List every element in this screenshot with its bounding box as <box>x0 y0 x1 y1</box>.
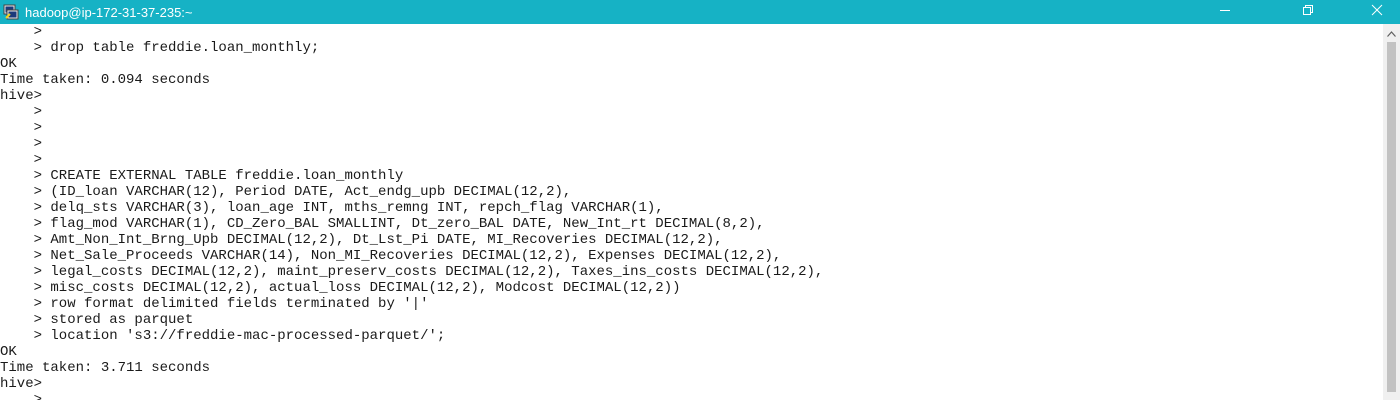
terminal-line: OK <box>0 344 17 360</box>
scroll-up-arrow-icon <box>1387 24 1396 42</box>
window-controls <box>1202 0 1400 24</box>
vertical-scrollbar[interactable] <box>1383 24 1400 400</box>
terminal-line: > stored as parquet <box>0 312 194 328</box>
restore-icon <box>1302 3 1314 21</box>
close-button[interactable] <box>1354 0 1400 24</box>
terminal-output[interactable]: > > drop table freddie.loan_monthly; OK Ti… <box>0 24 1383 400</box>
close-icon <box>1371 3 1383 21</box>
terminal-line: > CREATE EXTERNAL TABLE freddie.loan_mon… <box>0 168 404 184</box>
terminal-line: > <box>0 24 43 40</box>
title-bar[interactable]: hadoop@ip-172-31-37-235:~ <box>0 0 1400 24</box>
putty-terminal-icon[interactable] <box>3 4 19 20</box>
terminal-line: > location 's3://freddie-mac-processed-p… <box>0 328 446 344</box>
terminal-line: > <box>0 136 43 152</box>
terminal-line: > misc_costs DECIMAL(12,2), actual_loss … <box>0 280 681 296</box>
terminal-line: > <box>0 104 43 120</box>
terminal-line: OK <box>0 56 17 72</box>
terminal-line: hive> <box>0 88 43 104</box>
minimize-button[interactable] <box>1202 0 1248 24</box>
terminal-line: > drop table freddie.loan_monthly; <box>0 40 320 56</box>
terminal-line: Time taken: 0.094 seconds <box>0 72 211 88</box>
terminal-line: > delq_sts VARCHAR(3), loan_age INT, mth… <box>0 200 664 216</box>
scrollbar-thumb[interactable] <box>1387 42 1396 392</box>
terminal-line: > <box>0 392 43 400</box>
terminal-line: Time taken: 3.711 seconds <box>0 360 211 376</box>
terminal-line: > row format delimited fields terminated… <box>0 296 429 312</box>
terminal-line: > (ID_loan VARCHAR(12), Period DATE, Act… <box>0 184 572 200</box>
minimize-icon <box>1219 3 1231 21</box>
terminal-line: > <box>0 152 43 168</box>
terminal-line: > Net_Sale_Proceeds VARCHAR(14), Non_MI_… <box>0 248 782 264</box>
terminal-line: > Amt_Non_Int_Brng_Upb DECIMAL(12,2), Dt… <box>0 232 723 248</box>
terminal-line: > <box>0 120 43 136</box>
terminal-line: > flag_mod VARCHAR(1), CD_Zero_BAL SMALL… <box>0 216 765 232</box>
scroll-up-button[interactable] <box>1383 24 1400 41</box>
window-title: hadoop@ip-172-31-37-235:~ <box>25 4 193 20</box>
restore-button[interactable] <box>1285 0 1331 24</box>
terminal-window: hadoop@ip-172-31-37-235:~ > > drop table… <box>0 0 1400 400</box>
terminal-line: > legal_costs DECIMAL(12,2), maint_prese… <box>0 264 824 280</box>
terminal-line: hive> <box>0 376 43 392</box>
